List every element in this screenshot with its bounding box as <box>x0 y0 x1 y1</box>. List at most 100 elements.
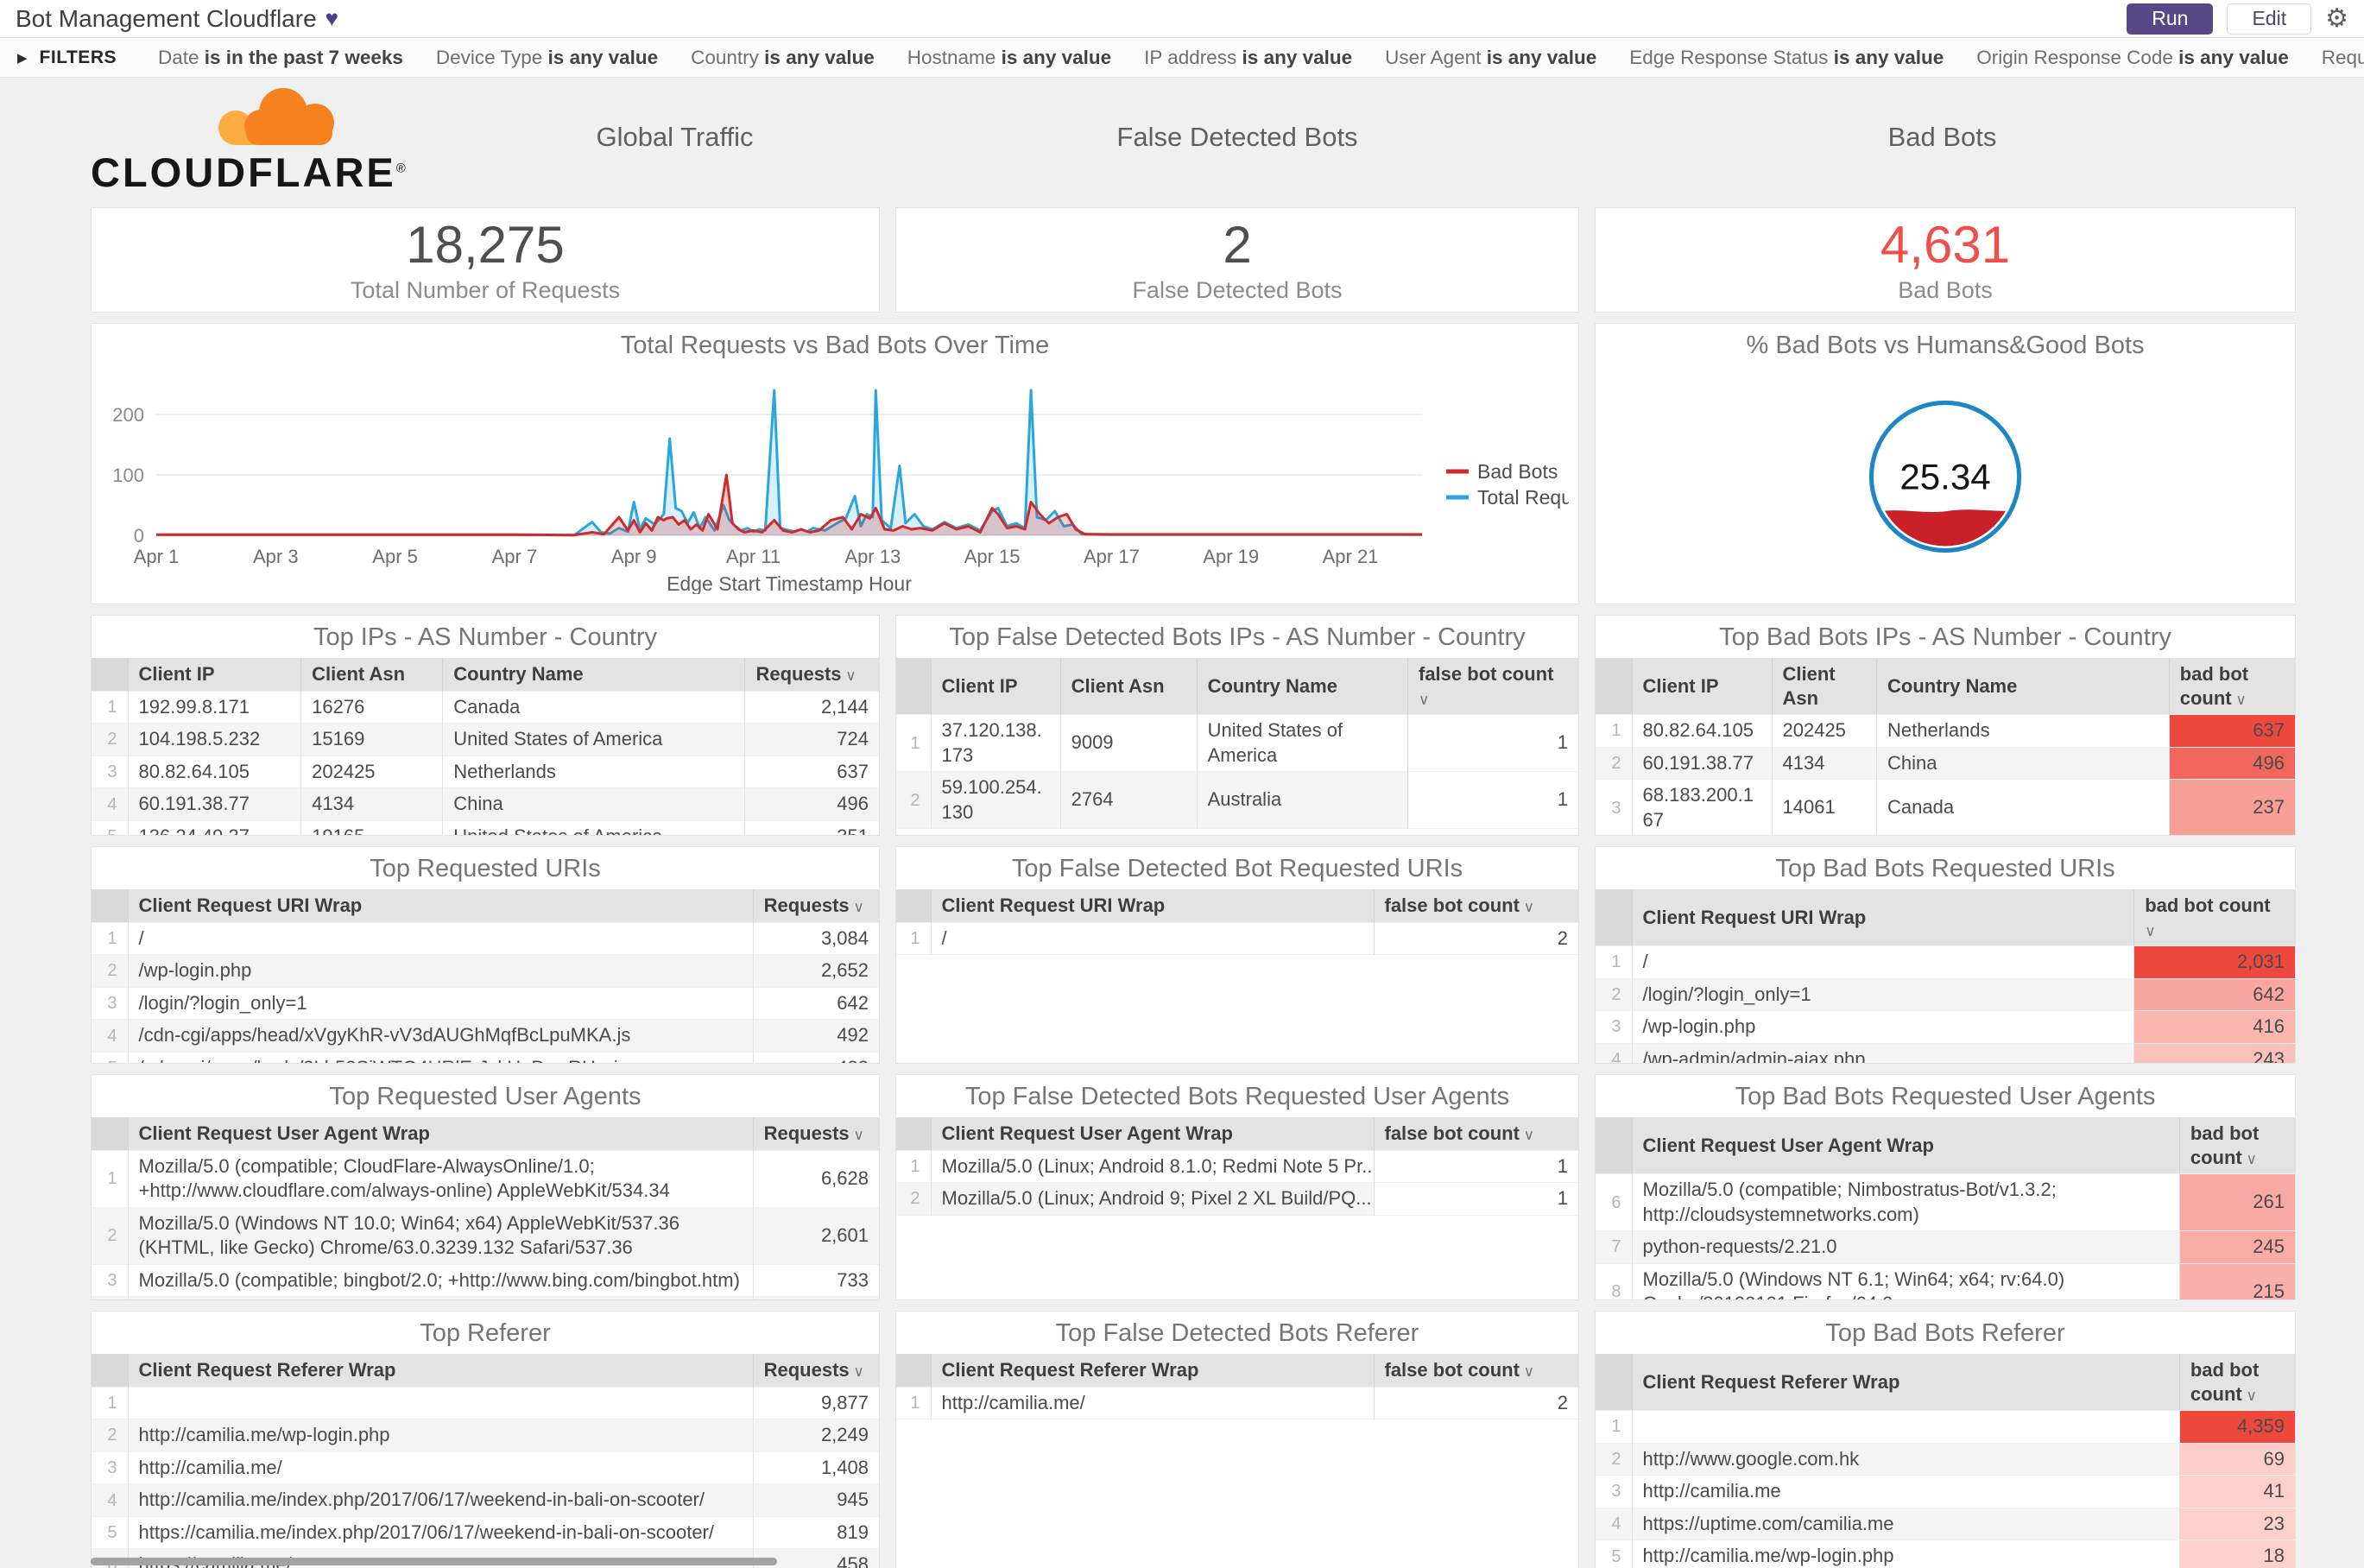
table-cell: 19165 <box>300 820 443 835</box>
filters-expand-icon[interactable]: ▶ <box>17 50 28 66</box>
table-cell: 261 <box>2178 1173 2295 1231</box>
column-header[interactable]: bad bot count ∨ <box>2178 1117 2295 1174</box>
row-number: 5 <box>107 1523 117 1543</box>
kpi-false-detected-bots-value: 2 <box>1223 215 1252 274</box>
column-header[interactable]: false bot count ∨ <box>1373 889 1578 922</box>
card-requests-vs-badbots-chart: Total Requests vs Bad Bots Over Time 0 10… <box>91 323 1579 604</box>
table-cell: United States of America <box>442 820 745 835</box>
kpi-bad-bots-value: 4,631 <box>1880 215 2011 274</box>
table-title: Top False Detected Bots IPs - AS Number … <box>949 623 1526 651</box>
filter-chip[interactable]: Hostname is any value <box>907 47 1111 69</box>
table-cell <box>127 1387 754 1419</box>
column-header[interactable]: Country Name <box>1196 658 1408 715</box>
column-header[interactable]: Requests ∨ <box>752 1117 879 1150</box>
table-cell: 2,031 <box>2133 945 2295 979</box>
table-cell: /cdn-cgi/apps/body/3Lh52SjWTQ4HRlErJykHq… <box>127 1052 754 1063</box>
filter-chip[interactable]: IP address is any value <box>1144 47 1352 69</box>
heart-icon: ♥ <box>325 5 339 31</box>
row-number: 2 <box>107 1426 117 1445</box>
column-header[interactable]: Client Request Referer Wrap <box>930 1354 1374 1387</box>
table-cell: 202425 <box>1771 714 1877 748</box>
column-header[interactable]: bad bot count ∨ <box>2168 658 2295 715</box>
table-row: 3/login/?login_only=1 642 <box>92 987 879 1020</box>
filter-chip[interactable]: User Agent is any value <box>1385 47 1596 69</box>
column-header[interactable]: false bot count ∨ <box>1373 1117 1578 1150</box>
svg-text:Edge Start Timestamp Hour: Edge Start Timestamp Hour <box>667 572 912 594</box>
column-header[interactable]: Country Name <box>1876 658 2170 715</box>
table-cell: http://camilia.me/wp-login.php <box>1631 1540 2180 1568</box>
table-row: 3/wp-login.php 416 <box>1596 1010 2295 1044</box>
cloudflare-cloud-icon <box>218 87 334 145</box>
row-number: 3 <box>1611 1017 1621 1037</box>
cloudflare-logo: CLOUDFLARE® <box>91 83 462 193</box>
row-number: 4 <box>107 1490 117 1510</box>
column-header[interactable]: Client Request User Agent Wrap <box>127 1117 754 1150</box>
filter-chip[interactable]: Device Type is any value <box>436 47 658 69</box>
filter-chip[interactable]: Edge Response Status is any value <box>1629 47 1944 69</box>
column-header[interactable]: Client Request Referer Wrap <box>127 1354 754 1387</box>
table-cell: /login/?login_only=1 <box>1631 978 2134 1011</box>
column-header[interactable]: Client IP <box>127 658 301 691</box>
row-number-header <box>1596 1354 1632 1411</box>
table-top-referers: Client Request Referer Wrap Requests ∨ 1 9,… <box>92 1354 879 1568</box>
row-number: 5 <box>92 820 128 835</box>
table-row: 2/wp-login.php 2,652 <box>92 954 879 988</box>
gear-icon[interactable]: ⚙ <box>2325 5 2348 32</box>
column-header[interactable]: Client Request User Agent Wrap <box>1631 1117 2180 1174</box>
column-header[interactable]: Client Request URI Wrap <box>1631 889 2134 946</box>
column-header[interactable]: Requests ∨ <box>744 658 879 691</box>
table-cell: 202425 <box>300 756 443 788</box>
column-header[interactable]: Client IP <box>1631 658 1772 715</box>
table-cell: 2 <box>1373 1387 1578 1419</box>
horizontal-scrollbar-thumb[interactable] <box>91 1558 777 1565</box>
column-header[interactable]: bad bot count ∨ <box>2133 889 2295 946</box>
table-row: 1 80.82.64.105 202425 Netherlands 637 <box>1596 714 2295 748</box>
column-header[interactable]: Client Request Referer Wrap <box>1631 1354 2180 1411</box>
table-cell: http://camilia.me/ <box>930 1387 1374 1419</box>
table-bad-ips: Client IP Client Asn Country Name bad bot c… <box>1596 658 2295 835</box>
column-header[interactable]: false bot count ∨ <box>1407 658 1578 715</box>
sort-desc-icon: ∨ <box>1519 1363 1535 1380</box>
column-header[interactable]: Client Asn <box>1059 658 1198 715</box>
row-number: 1 <box>910 928 920 948</box>
column-header[interactable]: Requests ∨ <box>752 1354 879 1387</box>
row-number-header <box>896 1117 931 1150</box>
table-cell: 237 <box>2168 779 2295 835</box>
svg-text:Apr 9: Apr 9 <box>611 546 657 567</box>
table-cell: http://camilia.me <box>1631 1475 2180 1508</box>
column-header[interactable]: false bot count ∨ <box>1373 1354 1578 1387</box>
filter-chip[interactable]: Origin Response Code is any value <box>1976 47 2288 69</box>
filter-chip[interactable]: Country is any value <box>691 47 875 69</box>
filter-chip[interactable]: Request URI is any value <box>2322 47 2364 69</box>
table-row: 5 http://camilia.me/wp-login.php 18 <box>1596 1540 2295 1568</box>
row-number-header <box>92 1117 128 1150</box>
badbots-percentage-gauge: 25.34 <box>1868 400 2022 553</box>
column-header[interactable]: Country Name <box>442 658 745 691</box>
column-header[interactable]: Client Request URI Wrap <box>930 889 1374 922</box>
filter-chip[interactable]: Date is in the past 7 weeks <box>158 47 403 69</box>
table-row: 4 http://camilia.me/index.php/2017/06/17/… <box>92 1483 879 1517</box>
table-title: Top Requested User Agents <box>329 1083 642 1110</box>
column-header[interactable]: Client Request User Agent Wrap <box>930 1117 1374 1150</box>
dashboard-grid: 18,275 Total Number of Requests 2 False … <box>91 207 2298 1568</box>
svg-text:Total Requests: Total Requests <box>1477 486 1569 509</box>
column-header[interactable]: bad bot count ∨ <box>2178 1354 2295 1411</box>
table-cell: 59.100.254.130 <box>930 771 1061 829</box>
column-header[interactable]: Client Asn <box>300 658 443 691</box>
card-badbots-gauge: % Bad Bots vs Humans&Good Bots 25.34 <box>1595 323 2296 604</box>
run-button[interactable]: Run <box>2127 3 2214 35</box>
column-header[interactable]: Requests ∨ <box>752 889 879 922</box>
column-header[interactable]: Client Asn <box>1771 658 1877 715</box>
column-header[interactable]: Client IP <box>930 658 1061 715</box>
table-cell: / <box>127 922 754 955</box>
row-number: 1 <box>107 1169 117 1189</box>
table-row: 6 Mozilla/5.0 (compatible; Nimbostratus-B… <box>1596 1173 2295 1231</box>
edit-button[interactable]: Edit <box>2227 3 2312 35</box>
row-number: 4 <box>107 794 117 814</box>
kpi-bad-bots: 4,631 Bad Bots <box>1595 207 2296 313</box>
requests-vs-badbots-line-chart[interactable]: 0 100 200 Apr 1 Apr 3 Apr 5 Apr 7 Apr 9 Apr 11 Ap… <box>101 366 1569 594</box>
table-row: 1 /2,031 <box>1596 945 2295 979</box>
table-cell: 637 <box>2168 714 2295 748</box>
column-header[interactable]: Client Request URI Wrap <box>127 889 754 922</box>
table-cell: Mozilla/5.0 (Windows NT 10.0; Win64; x64… <box>127 1207 754 1265</box>
